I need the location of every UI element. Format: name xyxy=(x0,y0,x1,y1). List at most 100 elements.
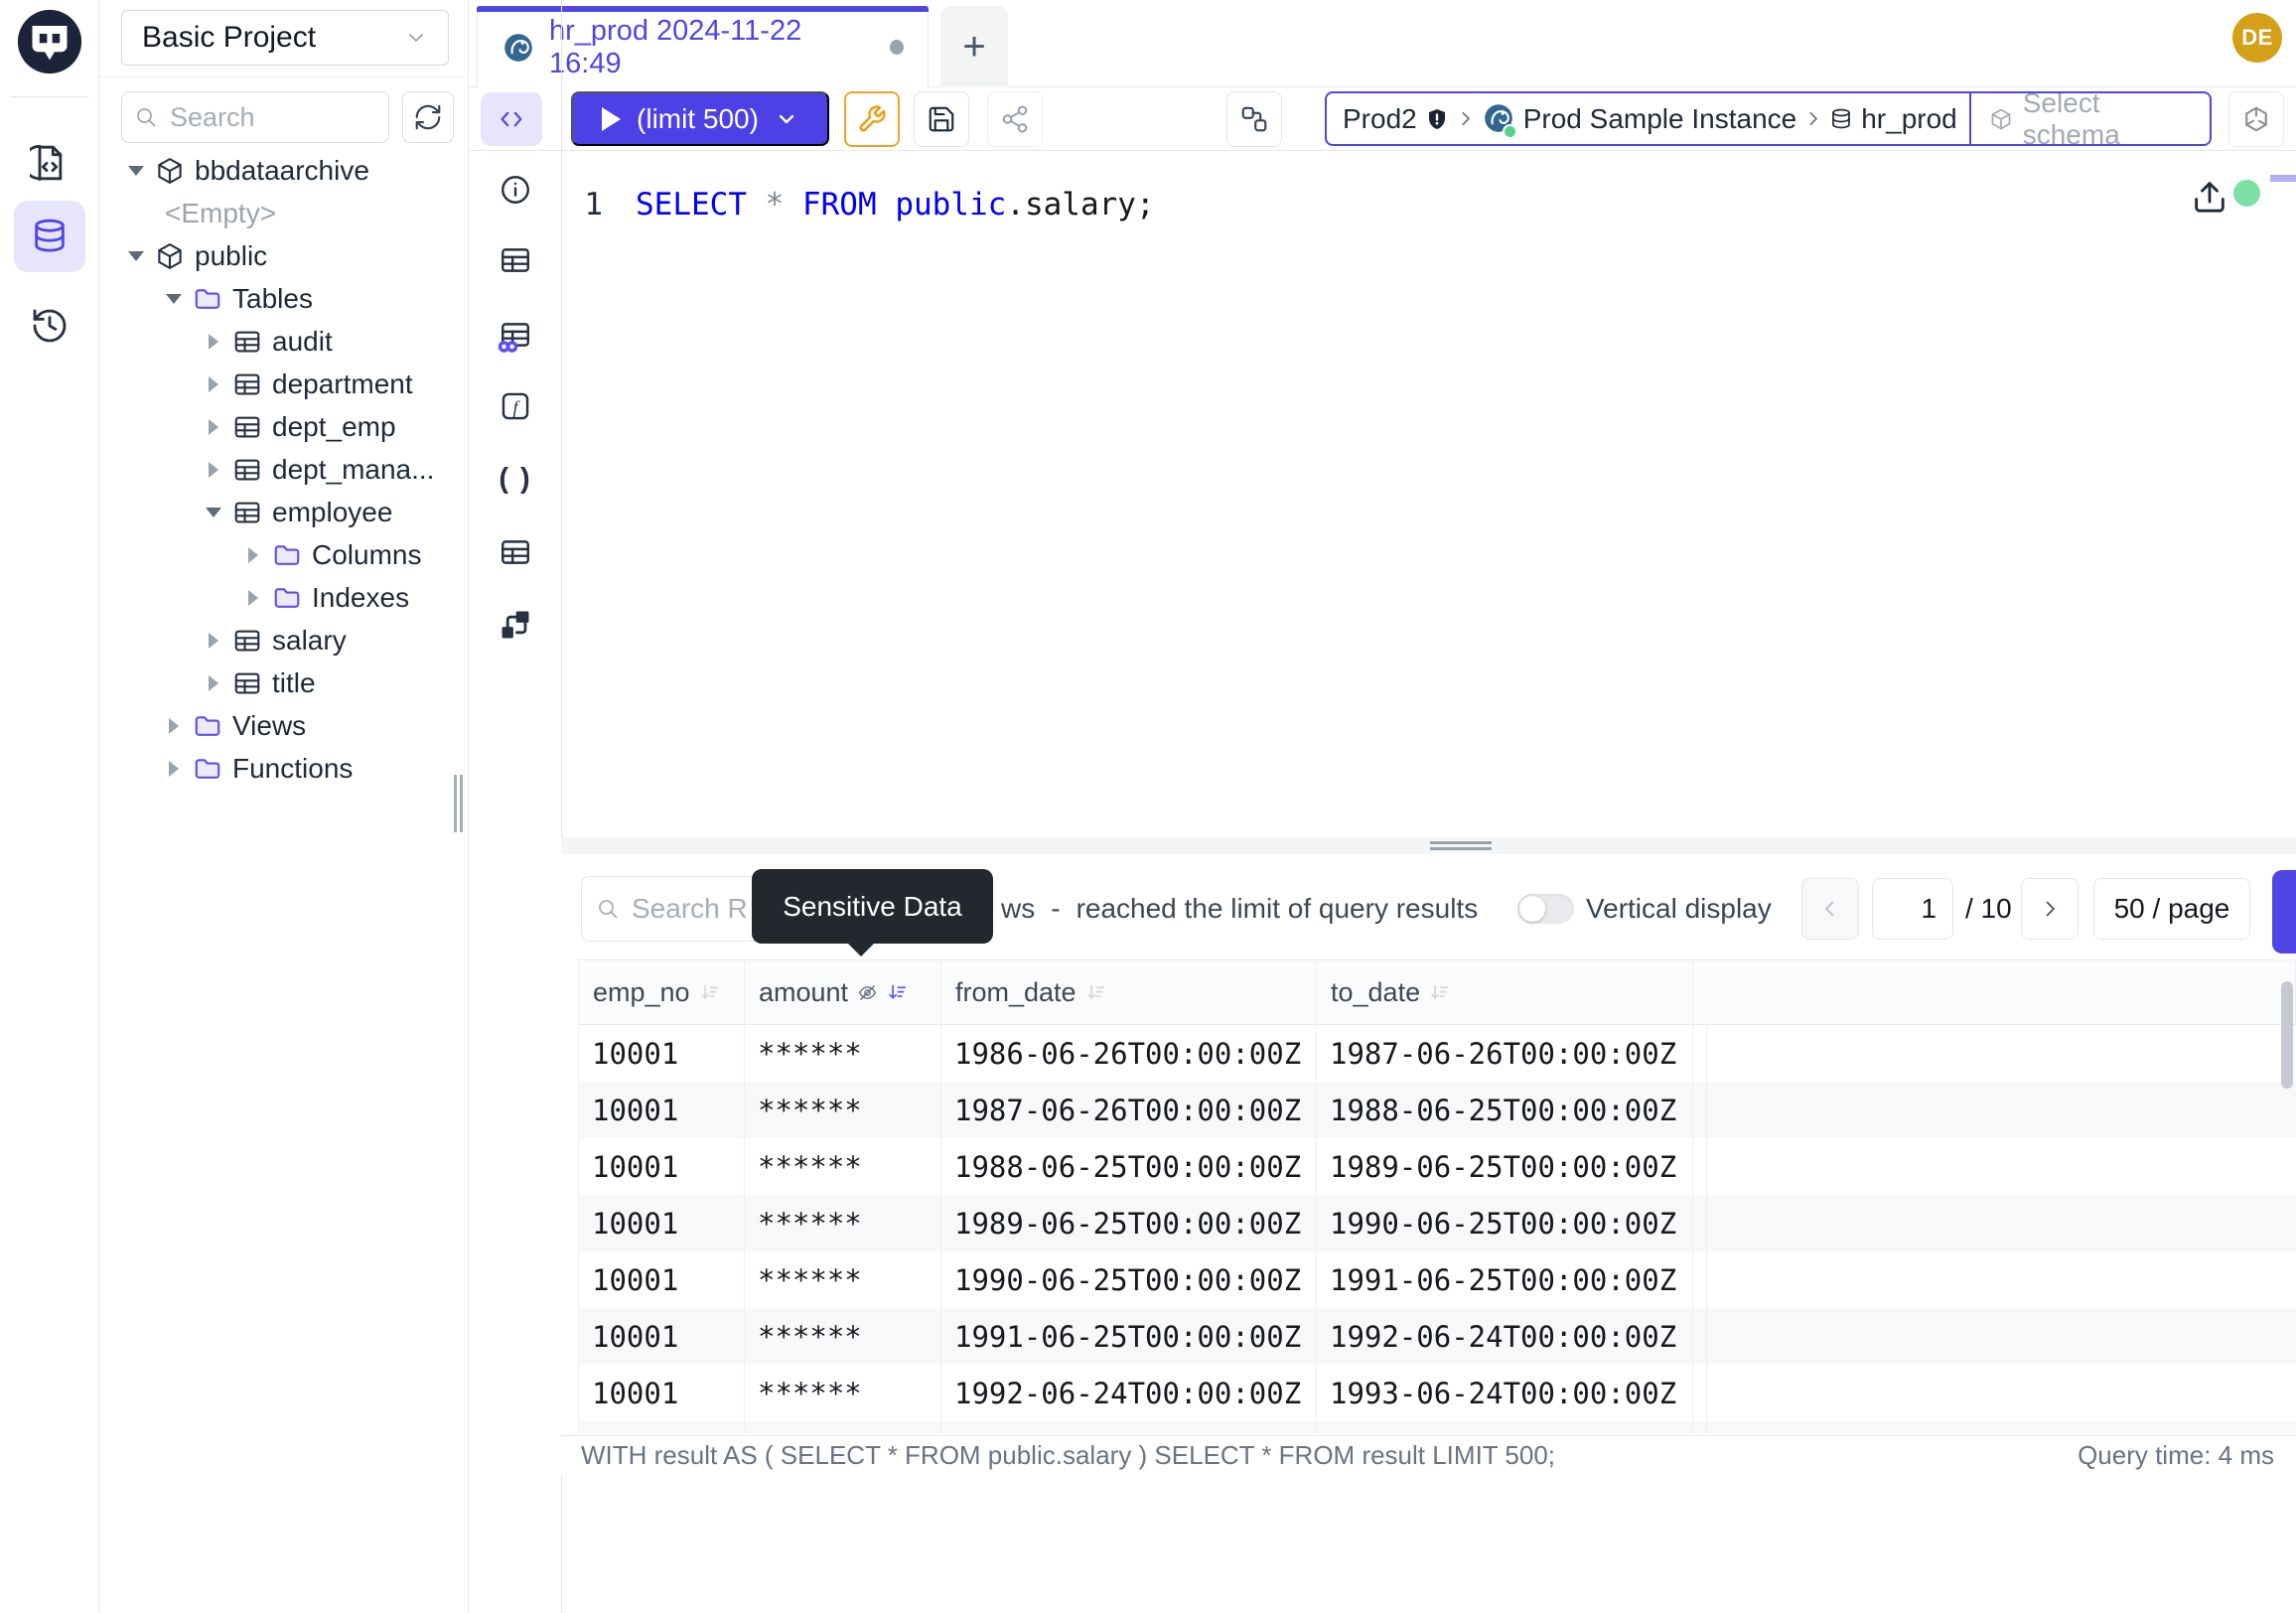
eye-off-icon[interactable] xyxy=(857,982,878,1003)
tree-item-salary[interactable]: salary xyxy=(99,619,469,661)
table-row[interactable]: 10001 ****** 1986-06-26T00:00:00Z 1987-0… xyxy=(578,1025,2296,1082)
chevron-collapsed-icon[interactable] xyxy=(201,334,226,350)
strip-item-external-tables[interactable] xyxy=(498,317,533,353)
sidebar-resize-handle[interactable] xyxy=(454,775,466,832)
tree-item-dept-emp[interactable]: dept_emp xyxy=(99,405,469,448)
column-header-emp-no[interactable]: emp_no xyxy=(578,960,745,1024)
prev-page-button[interactable] xyxy=(1801,878,1859,940)
avatar[interactable]: DE xyxy=(2232,13,2282,63)
chevron-collapsed-icon[interactable] xyxy=(201,462,226,478)
column-header-amount[interactable]: amount xyxy=(745,960,941,1024)
table-row[interactable]: 10001 ****** 1987-06-26T00:00:00Z 1988-0… xyxy=(578,1082,2296,1138)
sort-icon[interactable] xyxy=(887,982,908,1003)
strip-item-functions[interactable] xyxy=(498,388,533,424)
ai-assistant-button[interactable] xyxy=(2228,91,2284,147)
tree-item-functions[interactable]: Functions xyxy=(99,747,469,790)
chevron-expanded-icon[interactable] xyxy=(161,294,187,304)
chevron-collapsed-icon[interactable] xyxy=(201,376,226,392)
table-row[interactable]: 10001 ****** 1990-06-25T00:00:00Z 1991-0… xyxy=(578,1251,2296,1308)
tree-item-title[interactable]: title xyxy=(99,661,469,704)
tree-item-public[interactable]: public xyxy=(99,234,469,277)
connection-status-dot xyxy=(2233,180,2260,207)
query-options-button[interactable] xyxy=(844,91,900,147)
column-header-to-date[interactable]: to_date xyxy=(1317,960,1693,1024)
chevron-expanded-icon[interactable] xyxy=(201,508,226,517)
horizontal-splitter[interactable] xyxy=(561,837,2296,854)
chevron-collapsed-icon[interactable] xyxy=(161,718,187,734)
page-size-select[interactable]: 50 / page xyxy=(2093,878,2250,940)
rail-item-worksheet[interactable] xyxy=(14,127,85,199)
tree-item-bbdataarchive[interactable]: bbdataarchive xyxy=(99,149,469,192)
tree-item-indexes[interactable]: Indexes xyxy=(99,576,469,619)
sql-star: * xyxy=(766,187,802,222)
table-row[interactable]: 10001 ****** 1989-06-25T00:00:00Z 1990-0… xyxy=(578,1195,2296,1251)
sort-icon[interactable] xyxy=(1429,982,1450,1003)
chevron-collapsed-icon[interactable] xyxy=(240,547,266,563)
vertical-display-label: Vertical display xyxy=(1586,876,1772,942)
chevron-collapsed-icon[interactable] xyxy=(240,590,266,606)
table-icon xyxy=(232,369,262,399)
chevron-collapsed-icon[interactable] xyxy=(201,633,226,649)
tree-item-department[interactable]: department xyxy=(99,363,469,405)
sort-icon[interactable] xyxy=(1085,982,1106,1003)
new-tab-button[interactable]: + xyxy=(940,6,1008,87)
tree-item-dept-manager[interactable]: dept_mana... xyxy=(99,448,469,491)
breadcrumb-instance[interactable]: Prod Sample Instance xyxy=(1482,101,1797,137)
select-schema-button[interactable]: Select schema xyxy=(1969,93,2210,144)
chevron-collapsed-icon[interactable] xyxy=(201,675,226,691)
column-header-from-date[interactable]: from_date xyxy=(941,960,1317,1024)
tree-item-views[interactable]: Views xyxy=(99,704,469,747)
editor-line-1[interactable]: 1SELECT * FROM public.salary; xyxy=(469,187,1155,222)
cube-icon xyxy=(155,241,185,271)
refresh-schema-button[interactable] xyxy=(402,91,454,143)
table-icon xyxy=(499,535,532,569)
strip-item-procedures[interactable]: ( ) xyxy=(498,461,533,497)
strip-item-schema-diagram[interactable] xyxy=(498,607,533,643)
upload-icon[interactable] xyxy=(2190,177,2229,217)
tab-hr-prod[interactable]: hr_prod 2024-11-22 16:49 xyxy=(477,6,929,88)
table-row[interactable]: 10001 ****** 1993-06-24T00:00:00Z 1994-0… xyxy=(578,1421,2296,1433)
rail-item-database[interactable] xyxy=(14,201,85,272)
breadcrumb-environment[interactable]: Prod2 xyxy=(1343,103,1449,135)
page-number-input[interactable] xyxy=(1872,878,1953,940)
executed-sql-text: WITH result AS ( SELECT * FROM public.sa… xyxy=(581,1440,1555,1475)
tree-item-employee[interactable]: employee xyxy=(99,491,469,533)
run-query-button[interactable]: (limit 500) xyxy=(571,91,829,146)
project-select[interactable]: Basic Project xyxy=(121,10,449,66)
bytebase-logo[interactable] xyxy=(15,7,84,76)
table-row[interactable]: 10001 ****** 1991-06-25T00:00:00Z 1992-0… xyxy=(578,1308,2296,1365)
sort-icon[interactable] xyxy=(699,982,720,1003)
tree-item-columns[interactable]: Columns xyxy=(99,533,469,576)
breadcrumb-database[interactable]: hr_prod xyxy=(1829,103,1957,135)
chevron-collapsed-icon[interactable] xyxy=(161,761,187,777)
export-button-edge[interactable] xyxy=(2272,870,2296,953)
save-icon xyxy=(927,104,956,134)
chevron-collapsed-icon[interactable] xyxy=(201,419,226,435)
code-panel-toggle[interactable] xyxy=(481,92,542,146)
rail-item-history[interactable] xyxy=(14,290,85,362)
vertical-display-toggle[interactable] xyxy=(1517,894,1574,924)
chevron-down-icon xyxy=(775,107,798,131)
tree-item-empty: <Empty> xyxy=(99,192,469,234)
strip-item-tables[interactable] xyxy=(498,242,533,278)
database-icon xyxy=(1829,107,1853,131)
next-page-button[interactable] xyxy=(2021,878,2079,940)
tree-item-audit[interactable]: audit xyxy=(99,320,469,363)
tree-item-tables[interactable]: Tables xyxy=(99,277,469,320)
strip-item-views[interactable] xyxy=(498,534,533,570)
chevron-down-icon xyxy=(404,26,428,50)
table-row[interactable]: 10001 ****** 1992-06-24T00:00:00Z 1993-0… xyxy=(578,1365,2296,1421)
results-scrollbar-thumb[interactable] xyxy=(2281,981,2293,1089)
results-table-body: 10001 ****** 1986-06-26T00:00:00Z 1987-0… xyxy=(578,1025,2296,1433)
tab-title: hr_prod 2024-11-22 16:49 xyxy=(549,15,860,80)
connection-breadcrumb[interactable]: Prod2 Prod Sample Instance xyxy=(1325,91,2212,146)
connection-button[interactable] xyxy=(1226,91,1282,147)
folder-icon xyxy=(272,583,302,613)
chevron-expanded-icon[interactable] xyxy=(123,251,149,261)
chevron-expanded-icon[interactable] xyxy=(123,166,149,176)
save-sheet-button[interactable] xyxy=(914,91,969,147)
shield-alert-icon xyxy=(1425,107,1449,131)
table-row[interactable]: 10001 ****** 1988-06-25T00:00:00Z 1989-0… xyxy=(578,1138,2296,1195)
sidebar-search-input[interactable] xyxy=(168,101,347,134)
share-sheet-button[interactable] xyxy=(987,91,1043,147)
